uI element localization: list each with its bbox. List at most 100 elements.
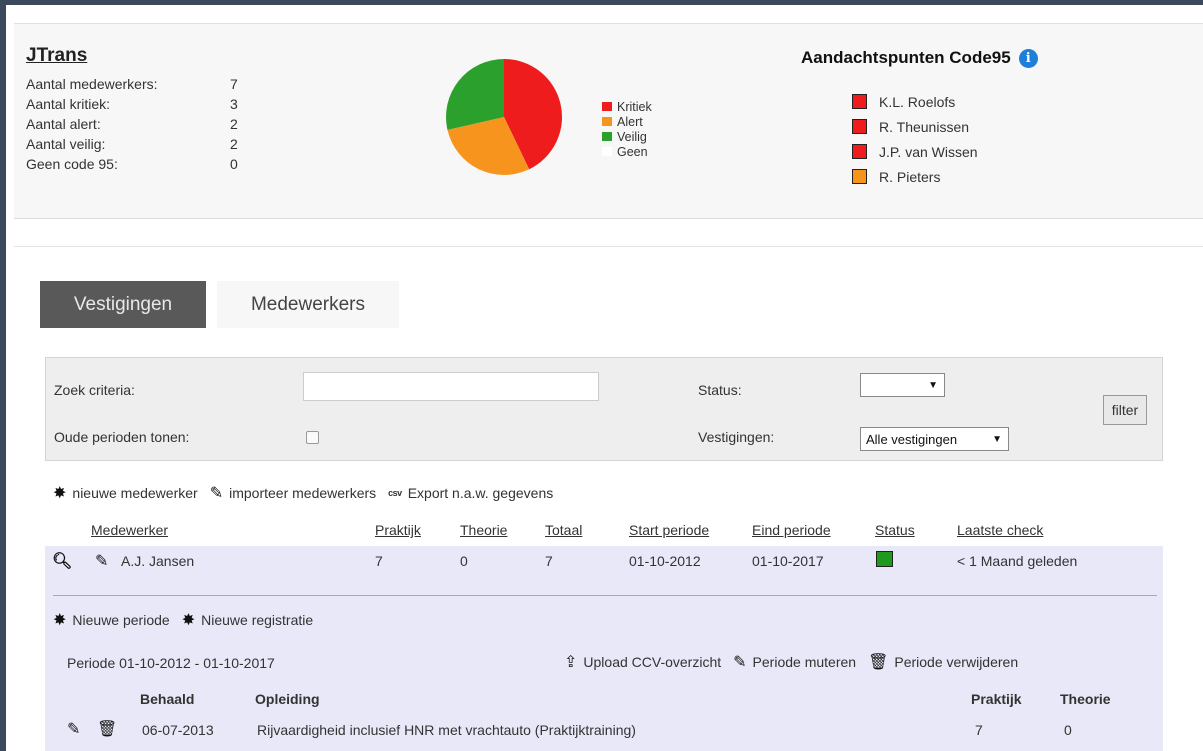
dropdown-arrow-icon: ▼ — [928, 379, 938, 391]
importeer-label: importeer medewerkers — [229, 485, 377, 501]
status-swatch — [852, 169, 867, 184]
stat-row: Aantal alert: 2 — [26, 116, 250, 136]
cell-behaald: 06-07-2013 — [142, 722, 214, 738]
info-icon[interactable]: i — [1018, 48, 1038, 68]
column-header-theorie-detail: Theorie — [1060, 691, 1111, 707]
cell-eind-periode: 01-10-2017 — [752, 553, 824, 569]
stat-value: 2 — [230, 136, 238, 152]
aandacht-name: R. Pieters — [879, 168, 941, 185]
nieuwe-medewerker-link[interactable]: ✸ nieuwe medewerker — [53, 483, 198, 503]
starburst-icon: ✸ — [53, 485, 67, 502]
status-swatch — [852, 119, 867, 134]
periode-verwijderen-link[interactable]: 🗑︎ Periode verwijderen — [868, 652, 1018, 672]
cell-theorie: 0 — [460, 553, 468, 569]
legend-item: Kritiek — [602, 99, 652, 114]
aandacht-item[interactable]: J.P. van Wissen — [852, 139, 978, 164]
column-header-eind-periode[interactable]: Eind periode — [752, 522, 831, 538]
window-frame-top — [0, 0, 1203, 5]
dropdown-arrow-icon: ▼ — [992, 433, 1002, 445]
stat-label: Aantal veilig: — [26, 136, 106, 152]
stat-value: 3 — [230, 96, 238, 112]
status-pie-chart — [444, 57, 564, 177]
oude-perioden-label: Oude perioden tonen: — [54, 429, 190, 445]
aandacht-item[interactable]: R. Theunissen — [852, 114, 978, 139]
search-input[interactable] — [303, 372, 599, 401]
legend-item: Geen — [602, 144, 652, 159]
filter-button[interactable]: filter — [1103, 395, 1147, 425]
tab-vestigingen[interactable]: Vestigingen — [40, 281, 206, 328]
pencil-icon: ✎ — [209, 485, 224, 502]
starburst-icon: ✸ — [181, 612, 196, 629]
aandacht-name: J.P. van Wissen — [879, 143, 978, 160]
column-header-behaald: Behaald — [140, 691, 195, 707]
pie-legend: Kritiek Alert Veilig Geen — [602, 99, 652, 159]
muteren-label: Periode muteren — [752, 654, 857, 670]
table-row[interactable]: 🔍︎ ✎ A.J. Jansen 7 0 7 01-10-2012 01-10-… — [45, 546, 1163, 576]
column-header-laatste-check[interactable]: Laatste check — [957, 522, 1043, 538]
column-header-start-periode[interactable]: Start periode — [629, 522, 709, 538]
nieuwe-registratie-link[interactable]: ✸ Nieuwe registratie — [182, 610, 313, 630]
detail-divider — [53, 595, 1157, 596]
export-link[interactable]: csv Export n.a.w. gegevens — [388, 485, 553, 501]
aandacht-title: Aandachtspunten Code95 — [801, 48, 1011, 67]
stat-value: 0 — [230, 156, 238, 172]
status-label: Status: — [698, 382, 742, 398]
aandacht-item[interactable]: K.L. Roelofs — [852, 89, 978, 114]
cell-theorie-detail: 0 — [1064, 722, 1072, 738]
aandacht-item[interactable]: R. Pieters — [852, 164, 978, 189]
stat-label: Aantal alert: — [26, 116, 101, 132]
trash-icon[interactable]: 🗑︎ — [97, 719, 117, 739]
summary-panel: JTrans Aantal medewerkers: 7 Aantal krit… — [14, 23, 1203, 219]
cell-praktijk-detail: 7 — [975, 722, 983, 738]
company-name-link[interactable]: JTrans — [26, 45, 87, 67]
column-header-opleiding: Opleiding — [255, 691, 320, 707]
aandacht-list: K.L. Roelofs R. Theunissen J.P. van Wissen… — [852, 89, 978, 189]
periode-actions: ⇪ Upload CCV-overzicht ✎ Periode muteren… — [564, 652, 1018, 672]
column-header-praktijk-detail: Praktijk — [971, 691, 1022, 707]
aandacht-name: K.L. Roelofs — [879, 93, 956, 110]
vestigingen-select[interactable]: Alle vestigingen ▼ — [860, 427, 1009, 451]
upload-label: Upload CCV-overzicht — [583, 654, 722, 670]
cell-totaal: 7 — [545, 553, 553, 569]
pencil-icon[interactable]: ✎ — [95, 551, 108, 571]
legend-swatch — [602, 132, 612, 141]
stat-label: Aantal kritiek: — [26, 96, 111, 112]
column-header-totaal[interactable]: Totaal — [545, 522, 582, 538]
company-stats: Aantal medewerkers: 7 Aantal kritiek: 3 … — [26, 76, 250, 176]
cell-laatste-check: < 1 Maand geleden — [957, 553, 1078, 569]
status-indicator — [876, 551, 893, 567]
column-header-medewerker[interactable]: Medewerker — [91, 522, 168, 538]
verwijderen-label: Periode verwijderen — [894, 654, 1019, 670]
legend-label: Veilig — [617, 129, 647, 144]
stat-value: 2 — [230, 116, 238, 132]
nieuwe-registratie-label: Nieuwe registratie — [201, 612, 314, 628]
legend-item: Veilig — [602, 129, 652, 144]
stat-label: Geen code 95: — [26, 156, 118, 172]
periode-title: Periode 01-10-2012 - 01-10-2017 — [67, 655, 275, 671]
legend-item: Alert — [602, 114, 652, 129]
column-header-theorie[interactable]: Theorie — [460, 522, 507, 538]
cell-start-periode: 01-10-2012 — [629, 553, 701, 569]
actions-row: ✸ nieuwe medewerker ✎ importeer medewerk… — [53, 483, 565, 503]
stat-label: Aantal medewerkers: — [26, 76, 158, 92]
importeer-medewerkers-link[interactable]: ✎ importeer medewerkers — [210, 483, 376, 503]
magnifier-icon[interactable]: 🔍︎ — [52, 551, 72, 571]
column-header-praktijk[interactable]: Praktijk — [375, 522, 421, 538]
legend-label: Kritiek — [617, 99, 652, 114]
divider — [14, 246, 1203, 247]
status-select[interactable]: ▼ — [860, 373, 945, 397]
legend-label: Alert — [617, 114, 643, 129]
upload-ccv-link[interactable]: ⇪ Upload CCV-overzicht — [564, 652, 721, 672]
csv-icon: csv — [388, 488, 402, 498]
oude-perioden-checkbox[interactable] — [306, 431, 319, 444]
column-header-status[interactable]: Status — [875, 522, 915, 538]
stat-row: Aantal kritiek: 3 — [26, 96, 250, 116]
nieuwe-periode-label: Nieuwe periode — [72, 612, 170, 628]
detail-actions: ✸ Nieuwe periode ✸ Nieuwe registratie — [53, 610, 325, 630]
periode-muteren-link[interactable]: ✎ Periode muteren — [733, 652, 856, 672]
nieuwe-periode-link[interactable]: ✸ Nieuwe periode — [53, 610, 170, 630]
tab-medewerkers[interactable]: Medewerkers — [217, 281, 399, 328]
aandacht-name: R. Theunissen — [879, 118, 970, 135]
starburst-icon: ✸ — [53, 612, 67, 629]
pencil-icon[interactable]: ✎ — [67, 719, 80, 739]
